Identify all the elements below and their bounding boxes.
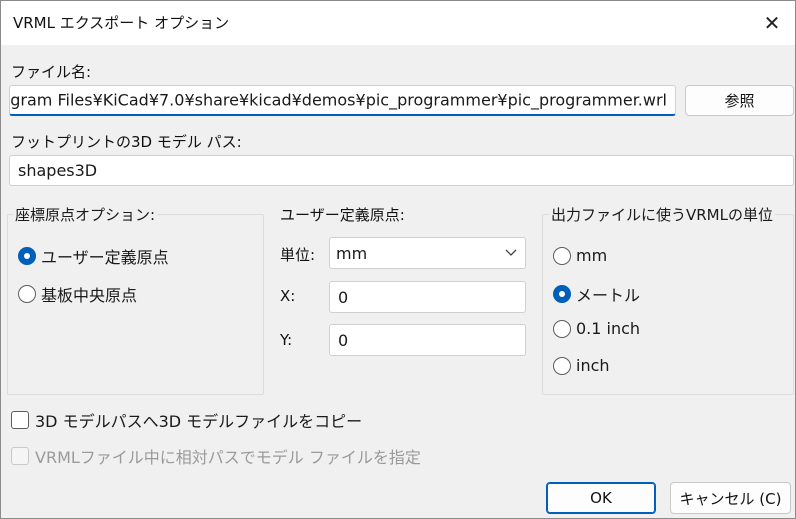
output-units-title: 出力ファイルに使うVRMLの単位: [549, 204, 775, 225]
radio-unit-inch[interactable]: inch: [553, 356, 610, 375]
radio-unit-tenth-inch[interactable]: 0.1 inch: [553, 319, 640, 338]
radio-button-unchecked: [553, 246, 571, 265]
y-input[interactable]: 0: [329, 324, 526, 356]
radio-board-center[interactable]: 基板中央原点: [18, 282, 137, 306]
copy-models-checkbox[interactable]: 3D モデルパスへ3D モデルファイルをコピー: [11, 408, 362, 432]
radio-unit-tenth-inch-label: 0.1 inch: [576, 319, 641, 338]
relative-paths-checkbox: VRMLファイル中に相対パスでモデル ファイルを指定: [11, 444, 421, 468]
filename-label: ファイル名:: [11, 63, 92, 81]
y-value: 0: [338, 330, 349, 350]
footprint-path-value: shapes3D: [18, 161, 98, 180]
ok-button[interactable]: OK: [546, 482, 656, 514]
radio-user-origin-label: ユーザー定義原点: [41, 248, 169, 267]
unit-select-value: mm: [336, 243, 368, 263]
user-origin-title: ユーザー定義原点:: [280, 206, 405, 224]
vrml-export-dialog: VRML エクスポート オプション ✕ ファイル名: C:\Program Fi…: [0, 0, 796, 519]
radio-unit-meter-label: メートル: [576, 286, 641, 305]
close-button[interactable]: ✕: [749, 1, 795, 45]
x-label: X:: [280, 287, 296, 305]
radio-button-checked: [18, 247, 36, 265]
copy-models-label: 3D モデルパスへ3D モデルファイルをコピー: [35, 412, 363, 431]
radio-board-center-label: 基板中央原点: [41, 286, 138, 305]
radio-button-unchecked: [18, 285, 36, 303]
chevron-down-icon: [505, 249, 517, 256]
checkbox-box-disabled: [11, 447, 29, 465]
cancel-button[interactable]: キャンセル (C): [670, 482, 791, 514]
radio-unit-mm-label: mm: [576, 246, 608, 265]
unit-select[interactable]: mm: [329, 237, 526, 269]
unit-label: 単位:: [280, 246, 316, 264]
radio-unit-mm[interactable]: mm: [553, 246, 607, 265]
radio-button-unchecked: [553, 319, 571, 338]
checkbox-box: [11, 411, 29, 429]
radio-user-origin[interactable]: ユーザー定義原点: [18, 244, 169, 268]
close-icon: ✕: [763, 11, 781, 35]
browse-button[interactable]: 参照: [685, 85, 794, 116]
x-value: 0: [338, 287, 349, 307]
footprint-path-label: フットプリントの3D モデル パス:: [11, 133, 242, 151]
radio-button-unchecked: [553, 356, 571, 375]
window-title: VRML エクスポート オプション: [13, 14, 230, 32]
relative-paths-label: VRMLファイル中に相対パスでモデル ファイルを指定: [35, 448, 421, 467]
origin-options-title: 座標原点オプション:: [13, 204, 158, 225]
radio-button-checked: [553, 285, 571, 303]
x-input[interactable]: 0: [329, 281, 526, 313]
filename-input[interactable]: C:\Program Files¥KiCad¥7.0¥share¥kicad¥d…: [9, 85, 676, 116]
radio-unit-meter[interactable]: メートル: [553, 282, 640, 306]
y-label: Y:: [280, 331, 293, 349]
filename-value: C:\Program Files¥KiCad¥7.0¥share¥kicad¥d…: [9, 90, 667, 110]
title-bar: VRML エクスポート オプション ✕: [1, 1, 795, 45]
radio-unit-inch-label: inch: [576, 356, 610, 375]
footprint-path-input[interactable]: shapes3D: [9, 155, 794, 186]
